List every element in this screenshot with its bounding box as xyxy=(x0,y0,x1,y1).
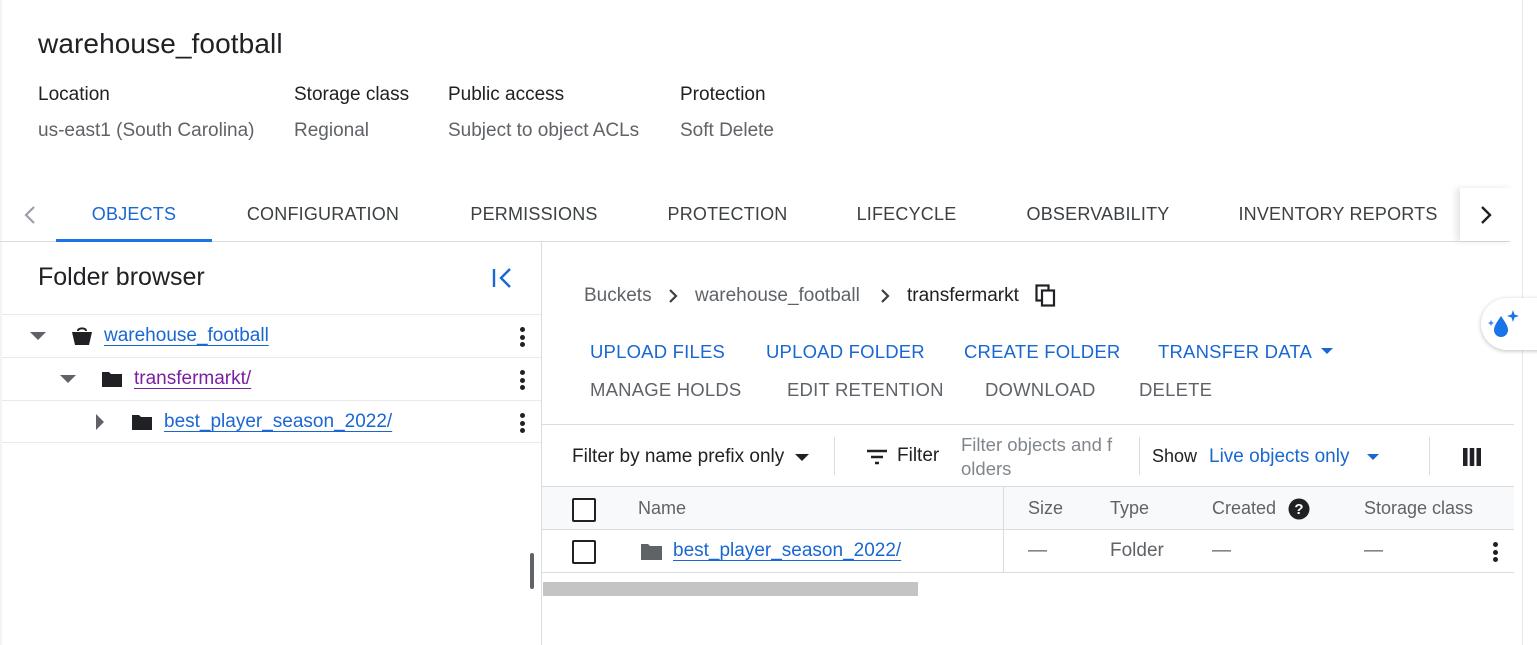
column-type[interactable]: Type xyxy=(1110,498,1149,519)
tab-objects[interactable]: OBJECTS xyxy=(56,188,212,242)
object-size: — xyxy=(1028,540,1047,561)
caret-right-icon[interactable] xyxy=(91,413,109,431)
show-label: Show xyxy=(1152,446,1198,466)
folder-browser-title: Folder browser xyxy=(38,263,205,291)
chevron-right-icon xyxy=(877,286,893,306)
column-storage-class[interactable]: Storage class xyxy=(1364,498,1473,519)
copy-icon[interactable] xyxy=(1035,284,1057,308)
create-folder-button[interactable]: CREATE FOLDER xyxy=(964,341,1120,363)
download-button[interactable]: DOWNLOAD xyxy=(985,379,1096,401)
filter-separator xyxy=(1139,437,1140,475)
row-checkbox[interactable] xyxy=(572,540,596,564)
chevron-left-icon xyxy=(24,205,35,224)
tab-protection[interactable]: PROTECTION xyxy=(650,188,805,241)
transfer-data-button[interactable]: TRANSFER DATA xyxy=(1158,341,1312,363)
tree-item-folder[interactable]: transfermarkt/ xyxy=(2,357,541,400)
object-storage-class: — xyxy=(1364,540,1383,561)
breadcrumb-bucket[interactable]: warehouse_football xyxy=(695,285,860,307)
storage-class-value: Regional xyxy=(294,120,369,141)
protection-value: Soft Delete xyxy=(680,120,774,141)
chevron-right-icon xyxy=(665,286,681,306)
location-value: us-east1 (South Carolina) xyxy=(38,120,255,141)
more-vert-icon[interactable] xyxy=(518,411,526,435)
object-type: Folder xyxy=(1110,540,1164,561)
tree-item-label[interactable]: best_player_season_2022/ xyxy=(164,411,392,433)
collapse-panel-icon xyxy=(492,268,511,288)
object-created: — xyxy=(1212,540,1231,561)
more-vert-icon[interactable] xyxy=(1491,540,1499,564)
tab-inventory-reports[interactable]: INVENTORY REPORTS xyxy=(1222,188,1454,241)
dropdown-arrow-icon[interactable] xyxy=(1321,348,1333,354)
collapse-folder-browser-button[interactable] xyxy=(486,262,518,294)
breadcrumb-buckets[interactable]: Buckets xyxy=(584,285,652,307)
caret-down-icon[interactable] xyxy=(29,327,47,345)
public-access-label: Public access xyxy=(448,84,565,105)
bucket-title: warehouse_football xyxy=(38,28,283,59)
tab-scroll-left-button[interactable] xyxy=(2,188,58,241)
table-horizontal-scrollbar[interactable] xyxy=(543,582,918,596)
bucket-icon xyxy=(72,327,92,345)
folder-icon xyxy=(102,372,122,387)
dropdown-arrow-icon[interactable] xyxy=(1367,454,1379,460)
help-icon[interactable]: ? xyxy=(1288,498,1310,520)
filter-list-icon[interactable] xyxy=(867,449,887,465)
tree-item-bucket[interactable]: warehouse_football xyxy=(2,314,541,357)
chevron-right-icon xyxy=(1481,205,1492,224)
object-name-link[interactable]: best_player_season_2022/ xyxy=(673,540,901,562)
folder-browser-scroll-thumb[interactable] xyxy=(530,553,534,589)
svg-text:?: ? xyxy=(1294,501,1303,518)
objects-table-header: Name Size Type Created ? Storage class xyxy=(542,486,1514,530)
location-label: Location xyxy=(38,84,110,105)
upload-files-button[interactable]: UPLOAD FILES xyxy=(590,341,725,363)
storage-class-label: Storage class xyxy=(294,84,410,105)
filter-button[interactable]: Filter xyxy=(897,445,939,467)
breadcrumb-current-folder: transfermarkt xyxy=(907,285,1019,306)
upload-folder-button[interactable]: UPLOAD FOLDER xyxy=(766,341,925,363)
column-display-icon[interactable] xyxy=(1463,448,1481,466)
bucket-details-page: warehouse_football Location us-east1 (So… xyxy=(0,0,1537,645)
tab-configuration[interactable]: CONFIGURATION xyxy=(230,188,416,241)
assistant-button[interactable] xyxy=(1481,298,1537,350)
filter-separator xyxy=(1429,437,1430,475)
more-vert-icon[interactable] xyxy=(518,368,526,392)
public-access-value: Subject to object ACLs xyxy=(448,120,640,141)
tab-scroll-right-button[interactable] xyxy=(1460,188,1512,241)
folder-icon xyxy=(641,544,662,560)
tree-item-folder[interactable]: best_player_season_2022/ xyxy=(2,400,541,443)
sparkle-drop-icon xyxy=(1488,310,1519,337)
filter-mode-select[interactable]: Filter by name prefix only xyxy=(572,446,784,468)
edit-retention-button[interactable]: EDIT RETENTION xyxy=(787,379,944,401)
tab-observability[interactable]: OBSERVABILITY xyxy=(1008,188,1188,241)
delete-button[interactable]: DELETE xyxy=(1139,379,1212,401)
table-row[interactable]: best_player_season_2022/ — Folder — — xyxy=(542,530,1514,573)
filter-separator xyxy=(834,437,835,475)
select-all-checkbox[interactable] xyxy=(572,498,596,522)
column-size[interactable]: Size xyxy=(1028,498,1063,519)
folder-icon xyxy=(132,415,152,430)
tree-item-label[interactable]: transfermarkt/ xyxy=(134,368,251,390)
filter-bar: Filter by name prefix only Filter Filter… xyxy=(542,424,1514,486)
more-vert-icon[interactable] xyxy=(518,325,526,349)
protection-label: Protection xyxy=(680,84,766,105)
show-filter-select[interactable]: Live objects only xyxy=(1209,446,1349,468)
filter-input-placeholder-wrap[interactable]: olders xyxy=(961,458,1011,480)
caret-down-icon[interactable] xyxy=(59,370,77,388)
column-name[interactable]: Name xyxy=(638,498,686,519)
dropdown-arrow-icon[interactable] xyxy=(795,454,809,461)
column-created[interactable]: Created xyxy=(1212,498,1276,519)
tab-lifecycle[interactable]: LIFECYCLE xyxy=(840,188,973,241)
tab-permissions[interactable]: PERMISSIONS xyxy=(452,188,616,241)
manage-holds-button[interactable]: MANAGE HOLDS xyxy=(590,379,741,401)
filter-input-placeholder[interactable]: Filter objects and f xyxy=(961,434,1112,456)
tab-bar: OBJECTS CONFIGURATION PERMISSIONS PROTEC… xyxy=(0,188,1512,242)
tree-item-label[interactable]: warehouse_football xyxy=(104,325,269,347)
